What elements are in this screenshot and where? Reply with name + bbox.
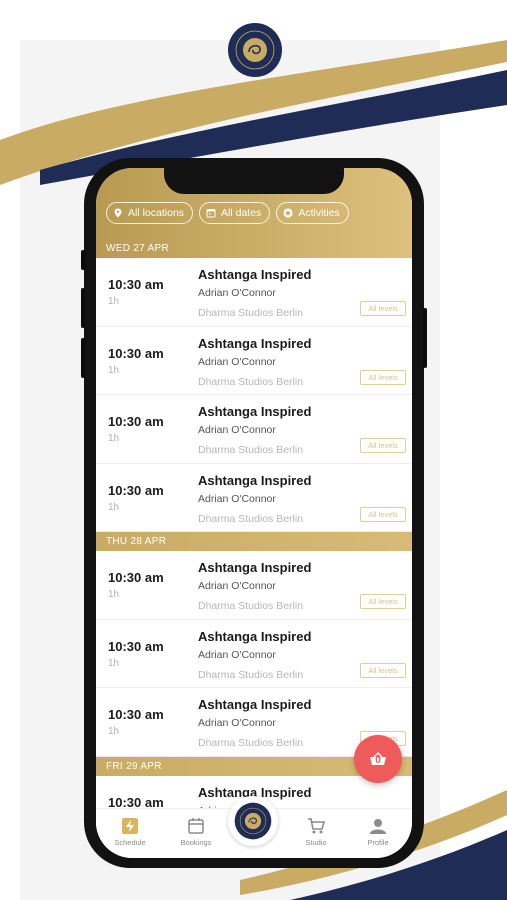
cart-button[interactable]: 0 [354, 735, 402, 783]
tab-profile-label: Profile [367, 838, 389, 847]
class-time: 10:30 am [108, 638, 164, 654]
filter-activities-label: Activities [298, 207, 340, 219]
class-duration: 1h [108, 364, 120, 376]
class-teacher: Adrian O'Connor [198, 580, 276, 592]
user-icon [370, 819, 386, 834]
class-title: Ashtanga Inspired [198, 697, 312, 712]
class-teacher: Adrian O'Connor [198, 492, 276, 505]
class-duration: 1h [108, 501, 120, 513]
filter-dates-label: All dates [221, 207, 262, 219]
tab-schedule-label: Schedule [114, 838, 146, 847]
class-title: Ashtanga Inspired [198, 560, 312, 575]
level-badge: All levels [360, 506, 406, 522]
class-row[interactable]: 10:30 am 1h Ashtanga Inspired Adrian O'C… [96, 258, 412, 327]
class-studio: Dharma Studios Berlin [198, 375, 304, 388]
tab-bookings[interactable]: Bookings [166, 817, 226, 847]
tab-profile[interactable]: Profile [348, 817, 408, 847]
lightning-icon [122, 818, 138, 834]
level-badge: All levels [360, 438, 406, 453]
class-time: 10:30 am [108, 482, 164, 498]
filter-bar: All locations All dates Activities [106, 202, 349, 224]
class-row[interactable]: 10:30 am 1h Ashtanga Inspired Adrian O'C… [96, 551, 412, 620]
filter-location-label: All locations [128, 207, 185, 219]
class-studio: Dharma Studios Berlin [198, 668, 304, 681]
class-studio: Dharma Studios Berlin [198, 600, 304, 612]
filter-location[interactable]: All locations [106, 202, 194, 224]
location-pin-icon [114, 208, 122, 218]
day-header: WED 27 APR [106, 243, 170, 254]
class-duration: 1h [108, 296, 120, 307]
class-studio: Dharma Studios Berlin [198, 444, 304, 456]
class-studio: Dharma Studios Berlin [198, 737, 304, 749]
level-badge: All levels [360, 594, 406, 609]
class-row[interactable]: 10:30 am 1h Ashtanga Inspired Adrian O'C… [96, 463, 412, 532]
class-time: 10:30 am [108, 345, 164, 361]
class-title: Ashtanga Inspired [198, 628, 312, 644]
tab-bookings-label: Bookings [180, 838, 212, 847]
tab-schedule[interactable]: Schedule [100, 817, 160, 847]
level-badge: All levels [360, 301, 406, 316]
calendar-icon [206, 209, 216, 218]
class-studio: Dharma Studios Berlin [198, 307, 304, 319]
class-teacher: Adrian O'Connor [198, 287, 276, 299]
class-teacher: Adrian O'Connor [198, 355, 276, 368]
filter-activities[interactable]: Activities [276, 202, 349, 224]
class-time: 10:30 am [108, 570, 164, 585]
class-duration: 1h [108, 433, 120, 444]
class-title: Ashtanga Inspired [198, 472, 312, 488]
level-badge: All levels [360, 662, 406, 678]
class-duration: 1h [108, 726, 120, 737]
brand-logo-icon [234, 802, 272, 840]
cart-count: 0 [375, 755, 381, 766]
class-title: Ashtanga Inspired [198, 335, 312, 351]
class-row[interactable]: 10:30 am 1h Ashtanga Inspired Adrian O'C… [96, 326, 412, 395]
class-title: Ashtanga Inspired [198, 267, 312, 282]
brand-logo [228, 23, 282, 77]
class-row[interactable]: 10:30 am 1h Ashtanga Inspired Adrian O'C… [96, 619, 412, 688]
class-time: 10:30 am [108, 707, 164, 722]
app-screen: All locations All dates Activities WED 2… [96, 168, 412, 858]
class-title: Ashtanga Inspired [198, 404, 312, 419]
class-duration: 1h [108, 657, 120, 669]
filter-dates[interactable]: All dates [199, 202, 271, 224]
class-teacher: Adrian O'Connor [198, 424, 276, 436]
calendar-icon [188, 818, 204, 834]
level-badge: All levels [360, 369, 406, 385]
class-duration: 1h [108, 589, 120, 600]
class-studio: Dharma Studios Berlin [198, 512, 304, 525]
day-header: THU 28 APR [96, 532, 412, 551]
class-time: 10:30 am [108, 414, 164, 429]
tab-studio[interactable]: Studio [286, 817, 346, 847]
class-teacher: Adrian O'Connor [198, 717, 276, 729]
shopping-cart-icon [308, 818, 325, 834]
class-time: 10:30 am [108, 277, 164, 292]
home-logo-button[interactable] [228, 796, 278, 846]
class-teacher: Adrian O'Connor [198, 648, 276, 661]
class-row[interactable]: 10:30 am 1h Ashtanga Inspired Adrian O'C… [96, 395, 412, 464]
tab-studio-label: Studio [305, 838, 327, 847]
star-icon [283, 208, 293, 218]
phone-notch [164, 168, 344, 194]
